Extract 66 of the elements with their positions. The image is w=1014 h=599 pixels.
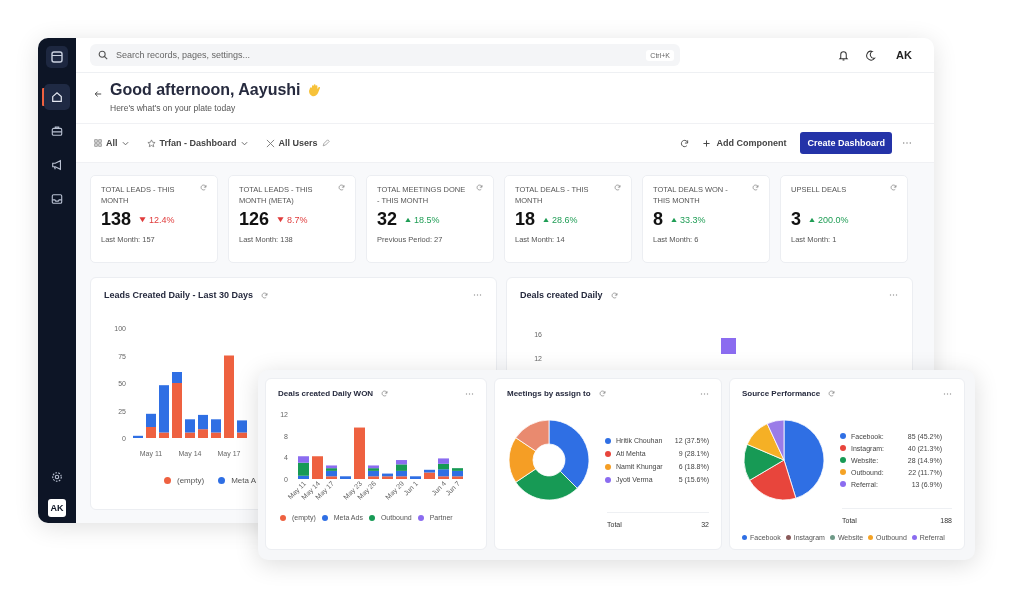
- filter-dropdown[interactable]: All Users: [261, 135, 334, 151]
- home-icon: [51, 91, 63, 103]
- chart-bar: [133, 435, 143, 438]
- waving-hand-icon: [306, 82, 323, 98]
- chevron-down-icon: [240, 139, 248, 147]
- chart-bar: [146, 413, 156, 427]
- up-triangle-icon: [405, 216, 412, 223]
- kpi-change: 18.5%: [405, 214, 440, 225]
- kpi-value: 3: [791, 209, 801, 230]
- search-icon: [98, 50, 108, 60]
- filter-dropdown[interactable]: Trfan - Dashboard: [142, 135, 252, 151]
- kpi-change: 8.7%: [277, 214, 308, 225]
- chart-bar: [146, 427, 156, 438]
- user-avatar[interactable]: AK: [48, 499, 66, 517]
- chart-title: Deals created Daily WON: [278, 389, 374, 398]
- dark-mode-icon[interactable]: [865, 49, 877, 61]
- add-component-button[interactable]: Add Component: [699, 135, 791, 151]
- kpi-value: 18: [515, 209, 536, 230]
- greeting-subtitle: Here's what's on your plate today: [110, 103, 237, 113]
- kpi-value: 138: [101, 209, 132, 230]
- inbox-icon: [51, 193, 63, 205]
- sidebar-nav-item[interactable]: [44, 84, 70, 110]
- chart-bar: [410, 476, 421, 479]
- kpi-value: 8: [653, 209, 663, 230]
- grid-icon: [94, 139, 102, 147]
- chart-title: Source Performance: [742, 389, 821, 398]
- notification-bell-icon[interactable]: [838, 49, 850, 61]
- chart-bar: [312, 456, 323, 479]
- chart-bar: [340, 476, 351, 479]
- more-options-icon[interactable]: [943, 391, 952, 396]
- create-dashboard-button[interactable]: Create Dashboard: [800, 132, 892, 154]
- legend-label: Meta A: [231, 476, 257, 485]
- kpi-change: 12.4%: [139, 214, 175, 225]
- up-triangle-icon: [809, 216, 815, 223]
- settings-icon[interactable]: [51, 471, 63, 483]
- pencil-icon: [321, 139, 330, 147]
- chart-title: Meetings by assign to: [507, 389, 591, 398]
- search-input[interactable]: Search records, pages, settings...: [114, 49, 641, 61]
- filter-dropdown[interactable]: All: [90, 135, 133, 151]
- chart-title: Deals created Daily: [520, 290, 603, 300]
- briefcase-icon: [51, 125, 63, 137]
- kpi-change: 28.6%: [543, 214, 578, 225]
- down-triangle-icon: [277, 216, 285, 223]
- kpi-value: 126: [239, 209, 270, 230]
- kpi-change: 33.3%: [671, 214, 706, 225]
- refresh-icon[interactable]: [680, 138, 690, 148]
- kpi-value: 32: [377, 209, 398, 230]
- user-initials[interactable]: AK: [896, 49, 912, 61]
- down-triangle-icon: [139, 216, 147, 223]
- greeting-title: Good afternoon, Aayushi: [110, 81, 301, 99]
- up-triangle-icon: [543, 216, 550, 223]
- back-arrow-icon[interactable]: [94, 90, 102, 98]
- kpi-change: 200.0%: [809, 214, 849, 225]
- plus-icon: [703, 139, 711, 147]
- chart-bar: [354, 427, 365, 479]
- more-options-icon[interactable]: [902, 141, 912, 145]
- legend-label: (empty): [177, 476, 205, 485]
- star-icon: [146, 138, 156, 148]
- megaphone-icon: [51, 159, 63, 171]
- chart-bar: [721, 338, 736, 354]
- more-options-icon[interactable]: [700, 391, 709, 396]
- more-options-icon[interactable]: [465, 391, 474, 396]
- app-logo-icon: [46, 46, 68, 68]
- up-triangle-icon: [671, 216, 677, 223]
- chevron-down-icon: [121, 139, 129, 147]
- chart-title: Leads Created Daily - Last 30 Days: [104, 290, 254, 300]
